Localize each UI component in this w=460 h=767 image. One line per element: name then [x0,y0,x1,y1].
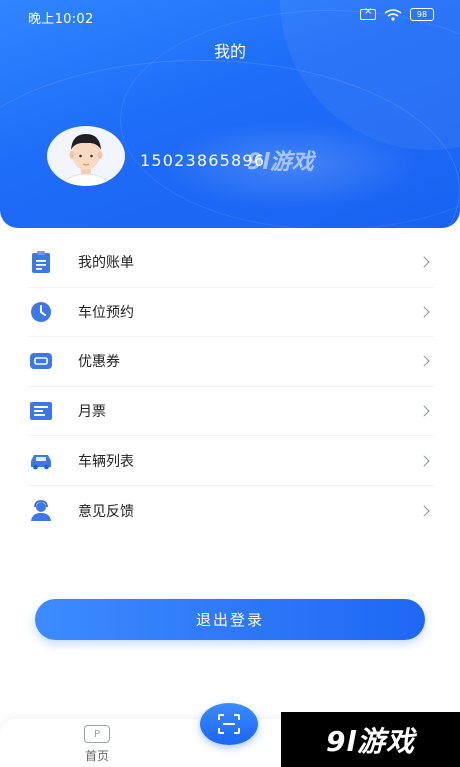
wifi-icon [384,8,402,21]
user-avatar-icon [61,134,111,186]
status-time: 晚上10:02 [28,12,94,27]
menu-item-label: 意见反馈 [78,503,134,520]
brand-logo-text: 9l游戏 [325,724,416,758]
brand-logo: 9l游戏 [281,712,460,767]
car-icon [28,448,54,474]
menu-item-label: 车位预约 [78,304,134,321]
tab-home[interactable]: P 首页 [72,725,122,764]
menu-item-label: 我的账单 [78,255,134,272]
logout-button[interactable]: 退出登录 [35,599,425,640]
battery-icon: 98 [410,8,434,21]
bill-icon [28,249,54,275]
menu-item-label: 车辆列表 [78,453,134,470]
chevron-right-icon [418,306,430,318]
scan-button[interactable] [200,703,258,745]
menu-item-label: 月票 [78,404,106,421]
scan-icon [218,714,240,734]
coupon-icon [28,348,54,374]
menu-item-coupon[interactable]: 优惠券 [28,337,434,387]
watermark-logo: 9l游戏 [247,150,314,175]
menu-item-bill[interactable]: 我的账单 [28,238,434,288]
chevron-right-icon [418,256,430,268]
menu-item-vehicle-list[interactable]: 车辆列表 [28,436,434,486]
status-bar: 晚上10:02 98 [0,0,460,32]
menu-item-label: 优惠券 [78,354,120,371]
chevron-right-icon [418,505,430,517]
clock-icon [28,299,54,325]
page-title: 我的 [213,42,246,61]
status-icons: 98 [360,6,434,21]
profile-header [0,0,460,228]
chevron-right-icon [418,405,430,417]
menu-item-monthly-ticket[interactable]: 月票 [28,387,434,437]
chevron-right-icon [418,355,430,368]
chevron-right-icon [418,455,430,467]
menu-item-parking-reservation[interactable]: 车位预约 [28,288,434,338]
monthly-ticket-icon [28,398,54,424]
avatar[interactable] [47,126,125,186]
feedback-icon [28,498,54,524]
menu-list: 我的账单 车位预约 优惠券 月票 车辆列表 意见反馈 [28,238,434,536]
sim-off-icon [360,6,376,20]
parking-icon: P [84,725,110,743]
menu-item-feedback[interactable]: 意见反馈 [28,486,434,536]
tab-home-label: 首页 [84,749,109,763]
